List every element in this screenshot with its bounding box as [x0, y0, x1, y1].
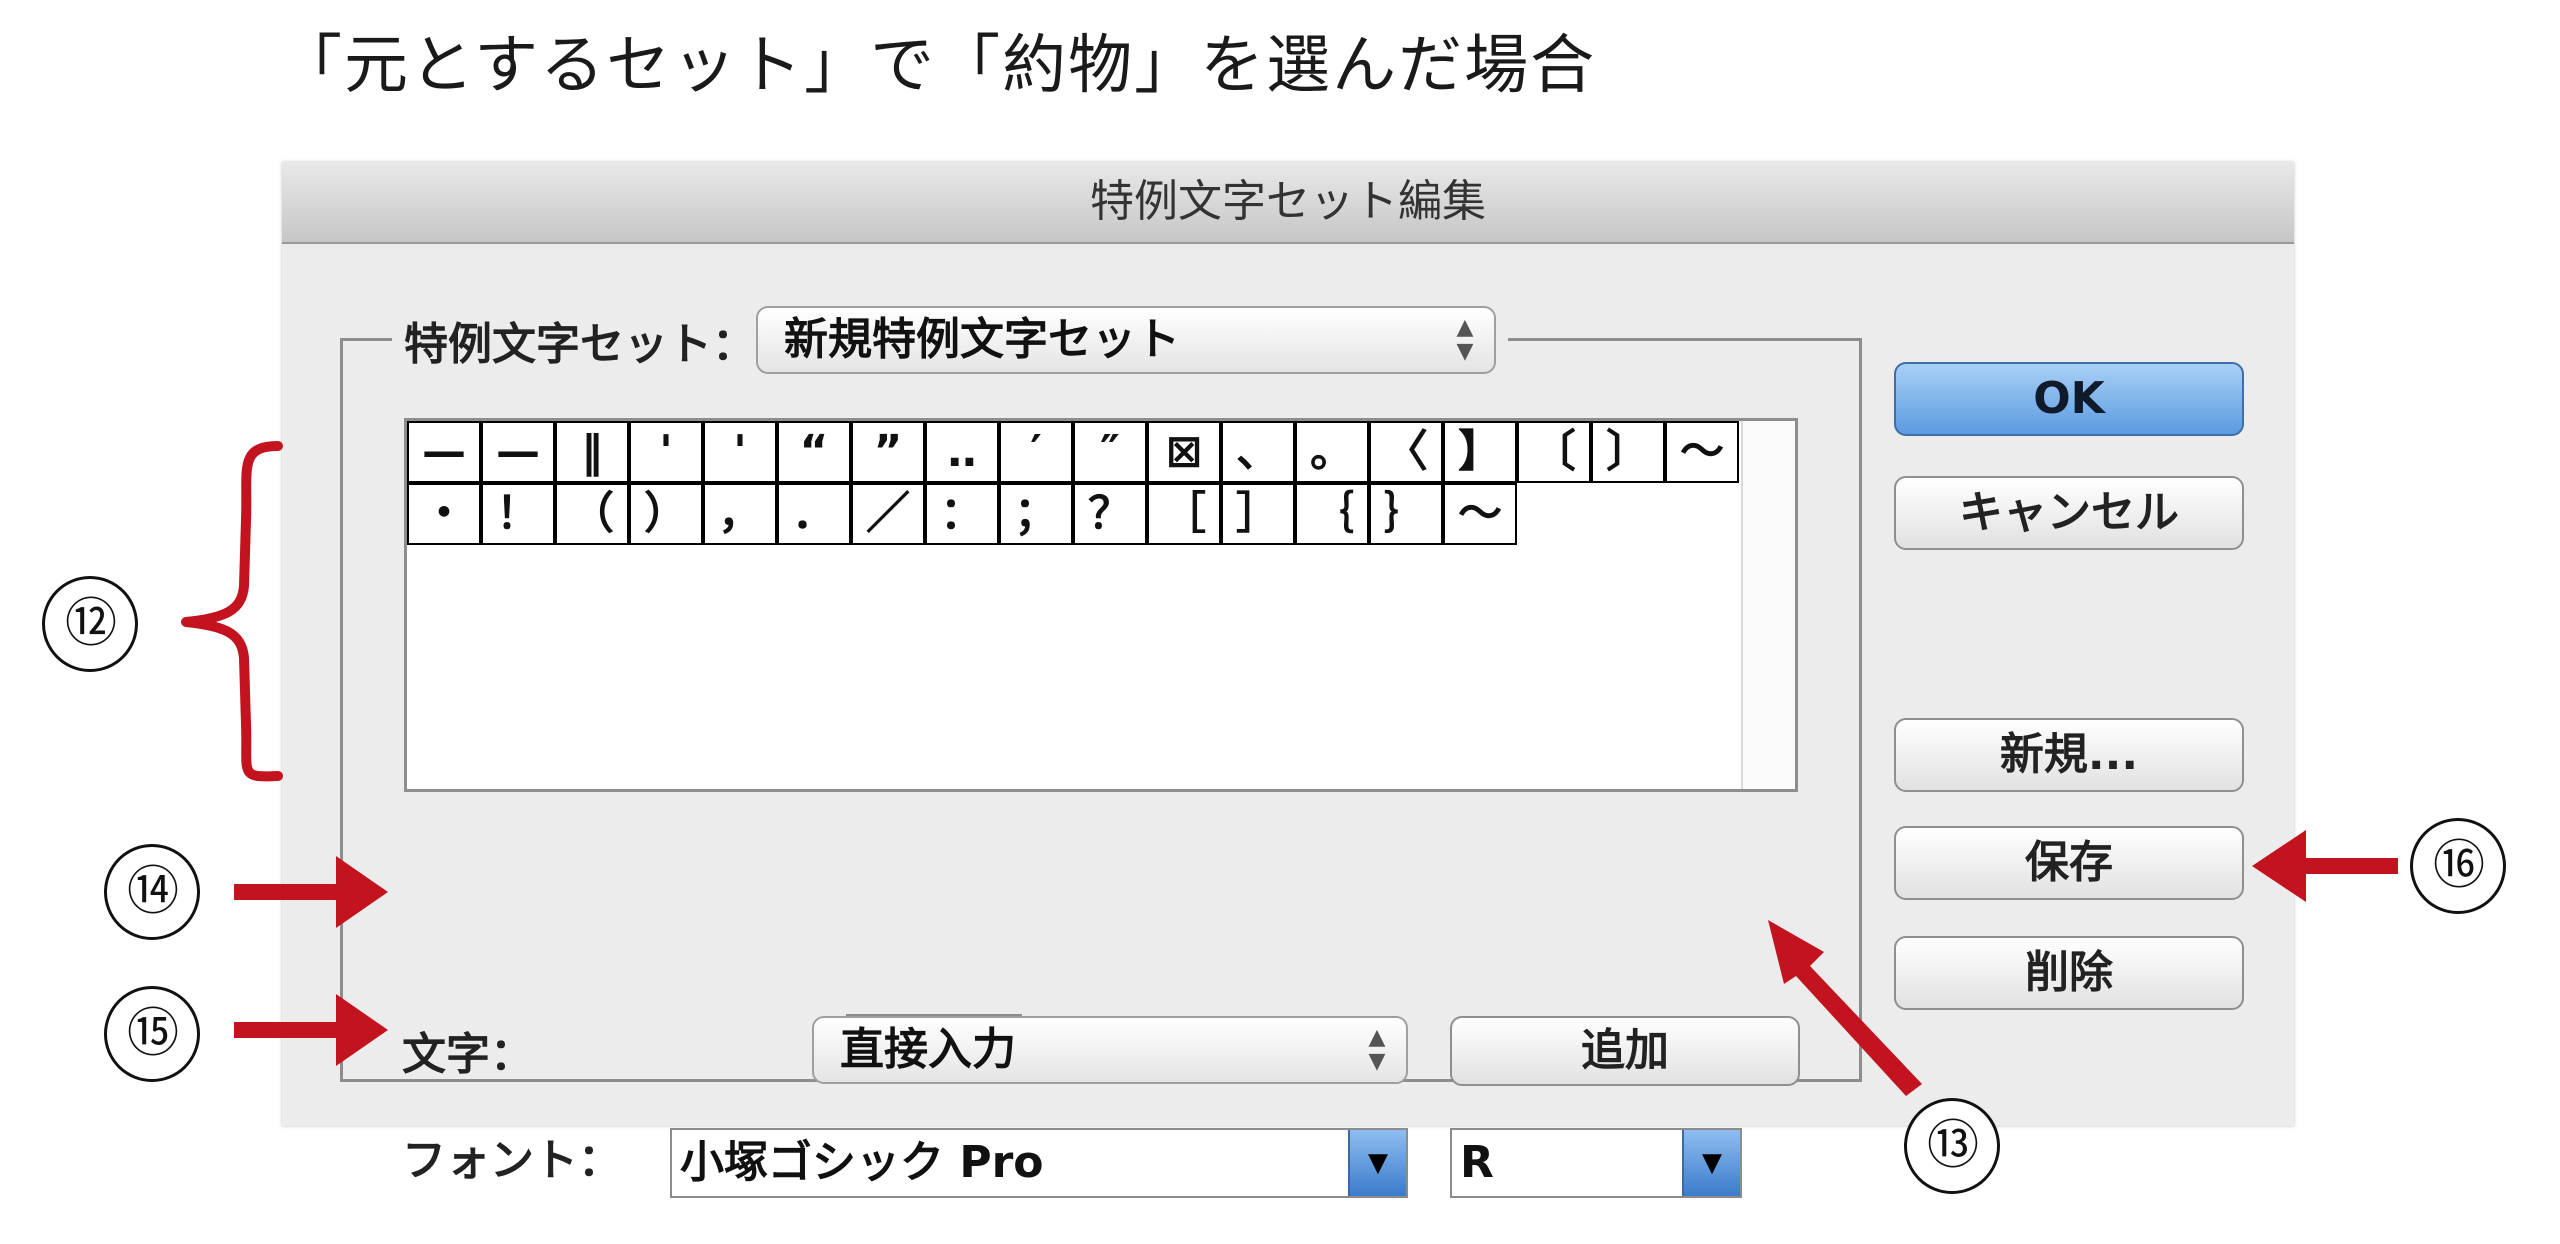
arrow-16-shaft-icon	[2302, 858, 2398, 874]
annotation-overlay	[181, 441, 2398, 1096]
arrow-15-shaft-icon	[234, 1022, 338, 1038]
arrow-14-shaft-icon	[234, 884, 338, 900]
annotation-16: ⑯	[2410, 818, 2506, 914]
arrow-16-head-icon	[2252, 830, 2306, 902]
arrow-15-head-icon	[336, 994, 388, 1066]
arrow-14-head-icon	[336, 856, 388, 928]
annotation-15: ⑮	[104, 986, 200, 1082]
annotation-14: ⑭	[104, 844, 200, 940]
brace-12-icon	[181, 441, 283, 782]
annotation-12: ⑫	[42, 576, 138, 672]
annotation-13: ⑬	[1904, 1098, 2000, 1194]
arrow-13-icon	[1768, 920, 1922, 1096]
